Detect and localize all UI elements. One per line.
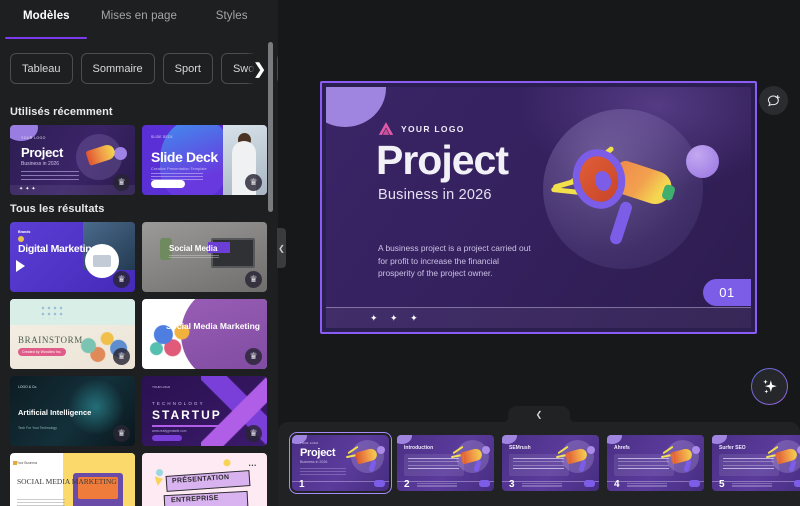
template-title: Digital Marketing bbox=[18, 243, 98, 255]
decor-blob-topleft bbox=[326, 87, 386, 127]
crown-icon: ♛ bbox=[245, 425, 262, 442]
slide-filmstrip: ❮ YOUR LOGO Project Business in 2026 1 I… bbox=[278, 406, 800, 506]
sparkles-icon: ✦ ✦ ✦ bbox=[370, 313, 423, 323]
filmstrip-slide-title: Surfer SEO bbox=[719, 445, 746, 451]
sidebar-tabs: Modèles Mises en page Styles bbox=[0, 0, 278, 36]
slide-body-text[interactable]: A business project is a project carried … bbox=[378, 242, 538, 280]
chip-tableau[interactable]: Tableau bbox=[10, 53, 73, 84]
ai-assistant-button[interactable] bbox=[751, 368, 788, 405]
filmstrip-slide-subtitle: Business in 2026 bbox=[300, 460, 328, 464]
category-chips: Tableau Sommaire Sport Swot His ❯ bbox=[0, 36, 278, 98]
recent-section-title: Utilisés récemment bbox=[10, 106, 113, 118]
megaphone-illustration bbox=[551, 127, 689, 252]
filmstrip-slide-3[interactable]: SEMrush 3 bbox=[502, 435, 599, 491]
template-card-artificial-intelligence[interactable]: LOGO & Co. Artificial Intelligence Tech … bbox=[10, 376, 135, 446]
template-title: Social Media Marketing bbox=[166, 321, 260, 331]
filmstrip-slide-title: Project bbox=[300, 447, 336, 459]
template-card-social-media[interactable]: Social Media ♛ bbox=[142, 222, 267, 292]
template-card-startup[interactable]: YOUR LOGO TECHNOLOGY STARTUP www.reallyg… bbox=[142, 376, 267, 446]
slide-title[interactable]: Project bbox=[376, 136, 509, 184]
template-subtitle: Business in 2026 bbox=[21, 161, 60, 167]
filmstrip-slide-title: SEMrush bbox=[509, 445, 531, 451]
template-card-digital-marketing[interactable]: Brands Digital Marketing ♛ bbox=[10, 222, 135, 292]
template-logo: YOUR LOGO bbox=[152, 385, 171, 389]
filmstrip-collapse-handle[interactable]: ❮ bbox=[508, 406, 570, 423]
template-logo: YOUR LOGO bbox=[21, 136, 46, 140]
tab-mises-en-page[interactable]: Mises en page bbox=[93, 10, 186, 31]
template-kicker: TECHNOLOGY bbox=[152, 401, 205, 406]
template-title: BRAINSTORM bbox=[18, 335, 83, 345]
all-results-section-title: Tous les résultats bbox=[10, 203, 105, 215]
template-title: Artificial Intelligence bbox=[18, 408, 92, 417]
template-subtitle: Creative Presentation Template bbox=[151, 166, 207, 171]
template-card-project[interactable]: YOUR LOGO Project Business in 2026 ✦✦✦ ♛ bbox=[10, 125, 135, 195]
template-title: Slide Deck bbox=[151, 149, 218, 165]
crown-icon: ♛ bbox=[113, 425, 130, 442]
template-title: Project bbox=[21, 145, 63, 160]
chip-sommaire[interactable]: Sommaire bbox=[80, 53, 155, 84]
template-card-slide-deck[interactable]: SLIDE DECK Slide Deck Creative Presentat… bbox=[142, 125, 267, 195]
tab-modeles[interactable]: Modèles bbox=[0, 10, 93, 31]
filmstrip-slides: YOUR LOGO Project Business in 2026 1 Int… bbox=[278, 422, 800, 506]
crown-icon: ♛ bbox=[245, 174, 262, 191]
chevron-right-icon[interactable]: ❯ bbox=[247, 53, 269, 84]
current-slide[interactable]: YOUR LOGO Project Business in 2026 A bus… bbox=[326, 87, 751, 328]
template-logo: LOGO & Co. bbox=[18, 385, 38, 389]
filmstrip-slide-5[interactable]: Surfer SEO 5 bbox=[712, 435, 800, 491]
template-title: SOCIAL MEDIA MARKETING bbox=[17, 477, 117, 486]
template-logo: Brands bbox=[18, 230, 31, 234]
slide-subtitle[interactable]: Business in 2026 bbox=[378, 187, 492, 203]
add-comment-button[interactable] bbox=[759, 86, 788, 115]
filmstrip-slide-number: 1 bbox=[299, 479, 305, 490]
template-logo: Your Business bbox=[12, 461, 38, 465]
template-card-brainstorm[interactable]: BRAINSTORM Created by Wondleo Inc. ♛ bbox=[10, 299, 135, 369]
decor-dot-right bbox=[686, 145, 719, 178]
crown-icon: ♛ bbox=[113, 271, 130, 288]
comment-plus-icon bbox=[767, 94, 780, 106]
slide-editor: YOUR LOGO Project Business in 2026 A bus… bbox=[278, 0, 800, 506]
filmstrip-slide-number: 4 bbox=[614, 479, 620, 490]
filmstrip-slide-number: 3 bbox=[509, 479, 515, 490]
sparkles-icon bbox=[762, 379, 777, 393]
template-subtitle: Tech For Your Technology bbox=[18, 426, 57, 430]
filmstrip-slide-number: 5 bbox=[719, 479, 725, 490]
filmstrip-slide-number: 2 bbox=[404, 479, 410, 490]
slide-page-number: 01 bbox=[703, 279, 751, 306]
template-title: Social Media bbox=[169, 244, 218, 253]
template-card-social-media-marketing-2[interactable]: Your Business SOCIAL MEDIA MARKETING bbox=[10, 453, 135, 506]
filmstrip-slide-title: Ahrefs bbox=[614, 445, 630, 451]
crown-icon: ♛ bbox=[245, 271, 262, 288]
slide-canvas[interactable]: YOUR LOGO Project Business in 2026 A bus… bbox=[320, 81, 757, 334]
tab-styles[interactable]: Styles bbox=[185, 10, 278, 31]
filmstrip-slide-1[interactable]: YOUR LOGO Project Business in 2026 1 bbox=[289, 432, 392, 494]
crown-icon: ♛ bbox=[113, 348, 130, 365]
slide-logo[interactable]: YOUR LOGO bbox=[378, 121, 465, 136]
template-card-presentation-entreprise[interactable]: ••• PRÉSENTATION ENTREPRISE bbox=[142, 453, 267, 506]
triangle-logo-mark bbox=[378, 122, 394, 135]
all-templates-grid: Brands Digital Marketing ♛ Social Media … bbox=[0, 222, 278, 506]
template-subtitle: Created by Wondleo Inc. bbox=[18, 348, 66, 356]
slide-logo-text: YOUR LOGO bbox=[401, 123, 465, 134]
sidebar-collapse-handle[interactable]: ❮ bbox=[277, 228, 286, 268]
template-title: STARTUP bbox=[152, 408, 222, 422]
template-logo: SLIDE DECK bbox=[151, 135, 173, 139]
filmstrip-slide-2[interactable]: Introduction 2 bbox=[397, 435, 494, 491]
filmstrip-slide-title: Introduction bbox=[404, 445, 434, 451]
template-subtitle: www.reallygreatsite.com bbox=[152, 429, 187, 433]
filmstrip-slide-4[interactable]: Ahrefs 4 bbox=[607, 435, 704, 491]
slide-selection-frame[interactable]: YOUR LOGO Project Business in 2026 A bus… bbox=[320, 81, 757, 334]
crown-icon: ♛ bbox=[113, 174, 130, 191]
sidebar-scrollbar[interactable] bbox=[268, 42, 273, 212]
app-root: Modèles Mises en page Styles Tableau Som… bbox=[0, 0, 800, 506]
recent-templates-grid: YOUR LOGO Project Business in 2026 ✦✦✦ ♛… bbox=[0, 125, 278, 195]
crown-icon: ♛ bbox=[245, 348, 262, 365]
templates-sidebar: Modèles Mises en page Styles Tableau Som… bbox=[0, 0, 286, 506]
chip-sport[interactable]: Sport bbox=[162, 53, 213, 84]
template-card-social-media-marketing[interactable]: Social Media Marketing ♛ bbox=[142, 299, 267, 369]
